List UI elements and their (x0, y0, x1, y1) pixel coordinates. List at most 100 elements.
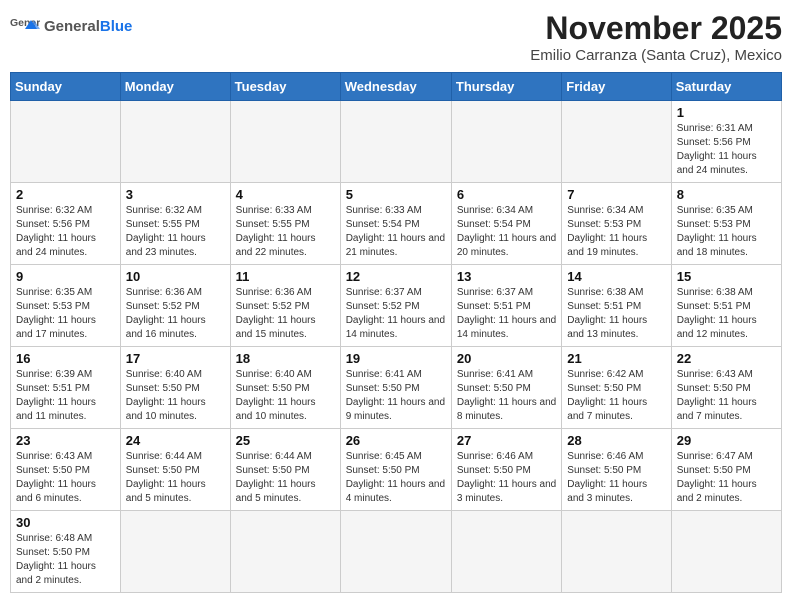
day-info: Sunrise: 6:32 AM Sunset: 5:56 PM Dayligh… (16, 204, 115, 260)
day-number: 22 (677, 351, 776, 366)
day-number: 21 (567, 351, 665, 366)
day-number: 14 (567, 269, 665, 284)
subtitle: Emilio Carranza (Santa Cruz), Mexico (530, 47, 782, 64)
calendar-week-row: 23 Sunrise: 6:43 AM Sunset: 5:50 PM Dayli… (11, 429, 782, 511)
day-info: Sunrise: 6:38 AM Sunset: 5:51 PM Dayligh… (567, 286, 665, 342)
logo: General GeneralBlue (10, 14, 132, 38)
day-info: Sunrise: 6:33 AM Sunset: 5:54 PM Dayligh… (346, 204, 446, 260)
table-row: 27 Sunrise: 6:46 AM Sunset: 5:50 PM Dayli… (451, 429, 561, 511)
day-number: 2 (16, 187, 115, 202)
day-info: Sunrise: 6:35 AM Sunset: 5:53 PM Dayligh… (677, 204, 776, 260)
table-row (562, 101, 671, 183)
day-info: Sunrise: 6:40 AM Sunset: 5:50 PM Dayligh… (236, 368, 335, 424)
day-info: Sunrise: 6:37 AM Sunset: 5:52 PM Dayligh… (346, 286, 446, 342)
day-number: 10 (126, 269, 225, 284)
weekday-header-row: SundayMondayTuesdayWednesdayThursdayFrid… (11, 73, 782, 101)
weekday-header-monday: Monday (120, 73, 230, 101)
day-number: 25 (236, 433, 335, 448)
day-number: 17 (126, 351, 225, 366)
day-info: Sunrise: 6:36 AM Sunset: 5:52 PM Dayligh… (236, 286, 335, 342)
table-row: 2 Sunrise: 6:32 AM Sunset: 5:56 PM Daylig… (11, 183, 121, 265)
day-info: Sunrise: 6:36 AM Sunset: 5:52 PM Dayligh… (126, 286, 225, 342)
day-number: 1 (677, 105, 776, 120)
generalblue-logo-icon: General (10, 14, 40, 38)
day-info: Sunrise: 6:38 AM Sunset: 5:51 PM Dayligh… (677, 286, 776, 342)
day-info: Sunrise: 6:34 AM Sunset: 5:54 PM Dayligh… (457, 204, 556, 260)
table-row (451, 101, 561, 183)
day-info: Sunrise: 6:44 AM Sunset: 5:50 PM Dayligh… (126, 450, 225, 506)
day-info: Sunrise: 6:46 AM Sunset: 5:50 PM Dayligh… (457, 450, 556, 506)
day-number: 28 (567, 433, 665, 448)
weekday-header-sunday: Sunday (11, 73, 121, 101)
table-row (340, 511, 451, 593)
table-row: 21 Sunrise: 6:42 AM Sunset: 5:50 PM Dayli… (562, 347, 671, 429)
day-number: 27 (457, 433, 556, 448)
day-number: 7 (567, 187, 665, 202)
table-row: 28 Sunrise: 6:46 AM Sunset: 5:50 PM Dayli… (562, 429, 671, 511)
table-row: 11 Sunrise: 6:36 AM Sunset: 5:52 PM Dayli… (230, 265, 340, 347)
table-row: 16 Sunrise: 6:39 AM Sunset: 5:51 PM Dayli… (11, 347, 121, 429)
day-info: Sunrise: 6:42 AM Sunset: 5:50 PM Dayligh… (567, 368, 665, 424)
day-number: 15 (677, 269, 776, 284)
day-info: Sunrise: 6:40 AM Sunset: 5:50 PM Dayligh… (126, 368, 225, 424)
table-row (230, 101, 340, 183)
weekday-header-friday: Friday (562, 73, 671, 101)
day-number: 16 (16, 351, 115, 366)
title-area: November 2025 Emilio Carranza (Santa Cru… (530, 10, 782, 64)
table-row: 25 Sunrise: 6:44 AM Sunset: 5:50 PM Dayli… (230, 429, 340, 511)
day-info: Sunrise: 6:35 AM Sunset: 5:53 PM Dayligh… (16, 286, 115, 342)
day-number: 13 (457, 269, 556, 284)
table-row (11, 101, 121, 183)
month-title: November 2025 (530, 10, 782, 47)
table-row (340, 101, 451, 183)
table-row: 20Sunrise: 6:41 AM Sunset: 5:50 PM Dayli… (451, 347, 561, 429)
day-number: 26 (346, 433, 446, 448)
day-info: Sunrise: 6:33 AM Sunset: 5:55 PM Dayligh… (236, 204, 335, 260)
weekday-header-tuesday: Tuesday (230, 73, 340, 101)
calendar: SundayMondayTuesdayWednesdayThursdayFrid… (10, 72, 782, 593)
header: General GeneralBlue November 2025 Emilio… (10, 10, 782, 64)
calendar-week-row: 1Sunrise: 6:31 AM Sunset: 5:56 PM Daylig… (11, 101, 782, 183)
day-info: Sunrise: 6:41 AM Sunset: 5:50 PM Dayligh… (457, 368, 556, 424)
day-info: Sunrise: 6:45 AM Sunset: 5:50 PM Dayligh… (346, 450, 446, 506)
calendar-week-row: 30Sunrise: 6:48 AM Sunset: 5:50 PM Dayli… (11, 511, 782, 593)
day-info: Sunrise: 6:48 AM Sunset: 5:50 PM Dayligh… (16, 532, 115, 588)
table-row: 1Sunrise: 6:31 AM Sunset: 5:56 PM Daylig… (671, 101, 781, 183)
day-number: 9 (16, 269, 115, 284)
table-row: 24 Sunrise: 6:44 AM Sunset: 5:50 PM Dayli… (120, 429, 230, 511)
table-row: 15 Sunrise: 6:38 AM Sunset: 5:51 PM Dayli… (671, 265, 781, 347)
table-row: 9 Sunrise: 6:35 AM Sunset: 5:53 PM Daylig… (11, 265, 121, 347)
table-row: 26 Sunrise: 6:45 AM Sunset: 5:50 PM Dayli… (340, 429, 451, 511)
table-row: 8 Sunrise: 6:35 AM Sunset: 5:53 PM Daylig… (671, 183, 781, 265)
table-row: 10 Sunrise: 6:36 AM Sunset: 5:52 PM Dayli… (120, 265, 230, 347)
table-row: 22 Sunrise: 6:43 AM Sunset: 5:50 PM Dayli… (671, 347, 781, 429)
table-row: 6Sunrise: 6:34 AM Sunset: 5:54 PM Daylig… (451, 183, 561, 265)
logo-text: GeneralBlue (44, 19, 132, 34)
weekday-header-wednesday: Wednesday (340, 73, 451, 101)
table-row (671, 511, 781, 593)
day-info: Sunrise: 6:39 AM Sunset: 5:51 PM Dayligh… (16, 368, 115, 424)
day-number: 5 (346, 187, 446, 202)
day-number: 12 (346, 269, 446, 284)
day-number: 3 (126, 187, 225, 202)
day-info: Sunrise: 6:46 AM Sunset: 5:50 PM Dayligh… (567, 450, 665, 506)
day-info: Sunrise: 6:37 AM Sunset: 5:51 PM Dayligh… (457, 286, 556, 342)
day-number: 18 (236, 351, 335, 366)
day-number: 11 (236, 269, 335, 284)
table-row: 13 Sunrise: 6:37 AM Sunset: 5:51 PM Dayli… (451, 265, 561, 347)
day-number: 19 (346, 351, 446, 366)
day-number: 29 (677, 433, 776, 448)
day-number: 24 (126, 433, 225, 448)
day-info: Sunrise: 6:41 AM Sunset: 5:50 PM Dayligh… (346, 368, 446, 424)
day-info: Sunrise: 6:43 AM Sunset: 5:50 PM Dayligh… (16, 450, 115, 506)
day-info: Sunrise: 6:43 AM Sunset: 5:50 PM Dayligh… (677, 368, 776, 424)
day-number: 23 (16, 433, 115, 448)
day-info: Sunrise: 6:44 AM Sunset: 5:50 PM Dayligh… (236, 450, 335, 506)
weekday-header-saturday: Saturday (671, 73, 781, 101)
day-info: Sunrise: 6:32 AM Sunset: 5:55 PM Dayligh… (126, 204, 225, 260)
table-row: 19 Sunrise: 6:41 AM Sunset: 5:50 PM Dayli… (340, 347, 451, 429)
table-row: 23 Sunrise: 6:43 AM Sunset: 5:50 PM Dayli… (11, 429, 121, 511)
day-number: 8 (677, 187, 776, 202)
calendar-week-row: 16 Sunrise: 6:39 AM Sunset: 5:51 PM Dayli… (11, 347, 782, 429)
table-row (230, 511, 340, 593)
